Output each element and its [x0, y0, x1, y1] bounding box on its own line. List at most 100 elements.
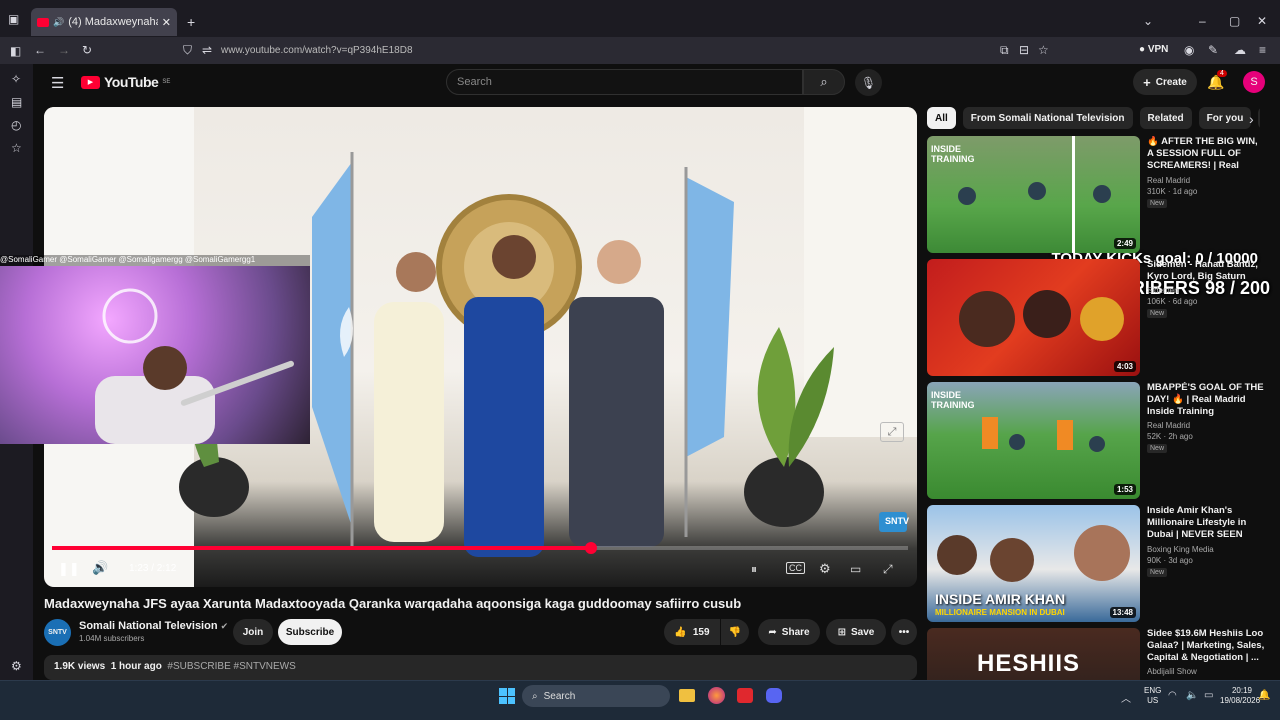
taskbar-search[interactable]: ⌕ Search — [522, 685, 670, 707]
bookmark-star-icon[interactable]: ☆ — [1038, 43, 1049, 57]
shield-icon[interactable]: ⛉ — [183, 43, 192, 58]
reload-icon[interactable]: ↻ — [82, 43, 92, 57]
bookmarks-icon[interactable]: ☆ — [11, 141, 22, 155]
browser-app-icon[interactable] — [708, 687, 725, 704]
hamburger-menu-icon[interactable]: ☰ — [51, 74, 64, 92]
rec-channel[interactable]: Sidemen — [1147, 286, 1265, 295]
rec-channel[interactable]: Real Madrid — [1147, 421, 1265, 430]
recommendation-card[interactable]: 4:03 Sidemen - Hanad Bandz, Kyro Lord, B… — [927, 259, 1267, 377]
ai-sparkle-icon[interactable]: ✧ — [11, 72, 21, 86]
create-button[interactable]: + Create — [1133, 69, 1197, 95]
address-bar[interactable]: www.youtube.com/watch?v=qP394hE18D8 — [221, 45, 413, 56]
cloud-icon[interactable]: ☁ — [1234, 43, 1246, 57]
language-indicator[interactable]: ENG US — [1144, 686, 1161, 706]
recommendation-card[interactable]: INSIDE TRAINING 1:53 MBAPPÉ'S GOAL OF TH… — [927, 382, 1267, 500]
browser-tab-active[interactable]: 🔊 (4) Madaxweynaha JFS ayaa ✕ — [31, 8, 177, 36]
minimize-icon[interactable]: – — [1199, 14, 1206, 28]
notification-center-icon[interactable]: 🔔 — [1258, 690, 1270, 701]
like-button[interactable]: 👍 159 — [664, 619, 720, 645]
volume-icon[interactable]: 🔊 — [92, 560, 108, 576]
search-input[interactable]: Search — [446, 69, 803, 95]
close-tab-icon[interactable]: ✕ — [162, 16, 171, 29]
video-thumbnail[interactable]: INSIDE TRAINING 1:53 — [927, 382, 1140, 499]
channel-avatar[interactable]: SNTV — [44, 619, 71, 646]
pip-icon[interactable]: ⊟ — [1019, 43, 1029, 57]
screenshot-icon[interactable]: ⧉ — [1000, 43, 1009, 58]
recommendation-card[interactable]: INSIDE AMIR KHAN MILLIONAIRE MANSION IN … — [927, 505, 1267, 623]
back-icon[interactable]: ← — [34, 43, 46, 57]
youtube-logo[interactable]: ▶ YouTube SE — [81, 74, 170, 90]
expand-overlay-icon[interactable]: ⤢ — [880, 422, 904, 442]
chip-from-channel[interactable]: From Somali National Television — [962, 107, 1133, 129]
maximize-icon[interactable]: ▢ — [1229, 14, 1240, 28]
avatar[interactable]: S — [1243, 71, 1265, 93]
vpn-button[interactable]: ● VPN — [1139, 44, 1168, 55]
discord-icon[interactable] — [766, 688, 782, 703]
theater-mode-icon[interactable]: ▭ — [850, 562, 861, 576]
tab-list-chevron-icon[interactable]: ⌄ — [1143, 14, 1153, 28]
video-thumbnail[interactable]: INSIDE TRAINING 2:49 — [927, 136, 1140, 253]
tab-overview-icon[interactable]: ▣ — [8, 12, 19, 26]
join-button[interactable]: Join — [233, 619, 273, 645]
forward-icon[interactable]: → — [58, 43, 70, 57]
clock[interactable]: 20:19 19/08/2026 — [1220, 686, 1260, 706]
save-button[interactable]: ⊞ Save — [826, 619, 886, 645]
voice-search-button[interactable]: 🎙 — [855, 69, 882, 96]
settings-gear-icon[interactable]: ⚙ — [11, 659, 22, 673]
video-thumbnail[interactable]: HESHIIS — [927, 628, 1140, 680]
verified-icon: ✔ — [220, 621, 229, 631]
rec-channel[interactable]: Abdijalil Show — [1147, 667, 1265, 676]
recommendation-card[interactable]: INSIDE TRAINING 2:49 🔥 AFTER THE BIG WIN… — [927, 136, 1267, 254]
captions-icon[interactable]: CC — [786, 562, 805, 574]
dislike-button[interactable]: 👎 — [721, 619, 749, 645]
share-button[interactable]: ➦ Share — [758, 619, 820, 645]
chevron-right-icon[interactable]: › — [1249, 111, 1254, 127]
video-progress-bar[interactable] — [52, 542, 908, 554]
account-icon[interactable]: ◉ — [1184, 43, 1194, 57]
menu-icon[interactable]: ≡ — [1259, 43, 1266, 57]
rec-title[interactable]: Sidee $19.6M Heshiis Loo Galaa? | Market… — [1147, 628, 1265, 664]
extensions-icon[interactable]: ✎ — [1208, 43, 1218, 57]
rec-title[interactable]: 🔥 AFTER THE BIG WIN, A SESSION FULL OF S… — [1147, 136, 1265, 173]
wifi-icon[interactable]: ◠ — [1168, 690, 1177, 701]
battery-icon[interactable]: ▭ — [1204, 690, 1213, 701]
channel-name[interactable]: Somali National Television ✔ — [79, 620, 228, 632]
tray-chevron-up-icon[interactable]: ︿ — [1121, 690, 1131, 705]
search-button[interactable]: ⌕ — [803, 69, 845, 95]
chip-all[interactable]: All — [927, 107, 956, 129]
video-description[interactable]: 1.9K views 1 hour ago #SUBSCRIBE #SNTVNE… — [44, 655, 917, 680]
media-app-icon[interactable] — [737, 688, 753, 703]
rec-title[interactable]: Inside Amir Khan's Millionaire Lifestyle… — [1147, 505, 1265, 542]
reader-icon[interactable]: ▤ — [11, 95, 22, 109]
chip-for-you[interactable]: For you — [1198, 107, 1252, 129]
rec-title[interactable]: Sidemen - Hanad Bandz, Kyro Lord, Big Sa… — [1147, 259, 1265, 283]
new-tab-icon[interactable]: + — [187, 14, 195, 30]
rec-channel[interactable]: Real Madrid — [1147, 176, 1265, 185]
fullscreen-icon[interactable]: ⤢ — [883, 562, 893, 577]
youtube-wordmark: YouTube — [104, 74, 159, 90]
pause-icon[interactable]: ❚❚ — [58, 561, 80, 577]
chip-related[interactable]: Related — [1139, 107, 1192, 129]
start-windows-icon[interactable] — [499, 688, 515, 704]
chip-more[interactable]: R — [1258, 107, 1260, 129]
autoplay-toggle-icon[interactable]: ⏸ — [751, 562, 757, 577]
hashtags[interactable]: #SUBSCRIBE #SNTVNEWS — [167, 661, 295, 672]
audio-icon[interactable]: 🔊 — [53, 17, 64, 28]
history-icon[interactable]: ◴ — [11, 118, 21, 132]
time-display: 1:23 / 2:12 — [129, 563, 177, 574]
speaker-icon[interactable]: 🔈 — [1186, 690, 1198, 701]
rec-title[interactable]: MBAPPÉ'S GOAL OF THE DAY! 🔥 | Real Madri… — [1147, 382, 1265, 418]
subscribe-button[interactable]: Subscribe — [278, 619, 342, 645]
close-window-icon[interactable]: ✕ — [1257, 14, 1267, 28]
video-thumbnail[interactable]: 4:03 — [927, 259, 1140, 376]
permissions-icon[interactable]: ⇌ — [202, 43, 212, 57]
recommendation-card[interactable]: HESHIIS Sidee $19.6M Heshiis Loo Galaa? … — [927, 628, 1267, 680]
settings-icon[interactable]: ⚙ — [819, 561, 831, 577]
file-explorer-icon[interactable] — [679, 689, 695, 702]
video-duration: 1:53 — [1113, 484, 1136, 495]
sidebar-toggle-icon[interactable]: ◧ — [10, 44, 21, 58]
more-actions-button[interactable]: ••• — [891, 619, 917, 645]
card-meta: Sidee $19.6M Heshiis Loo Galaa? | Market… — [1147, 628, 1265, 676]
video-thumbnail[interactable]: INSIDE AMIR KHAN MILLIONAIRE MANSION IN … — [927, 505, 1140, 622]
rec-channel[interactable]: Boxing King Media — [1147, 545, 1265, 554]
